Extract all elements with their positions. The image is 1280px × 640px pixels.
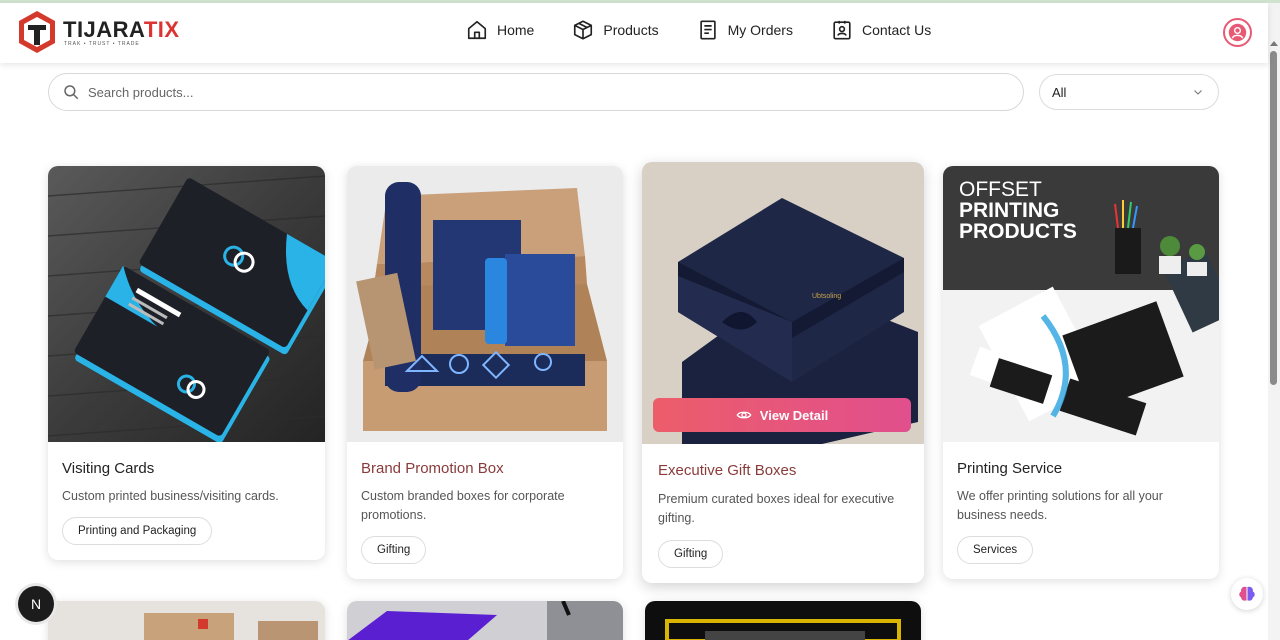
contact-card-icon [833,20,851,40]
product-description: Custom branded boxes for corporate promo… [361,489,565,522]
category-tag: Printing and Packaging [62,517,213,545]
dev-badge-label: N [30,596,42,612]
product-image [645,601,921,640]
product-card-row2-3[interactable] [645,601,921,640]
brand-logo[interactable]: TIJARATIX TRAK • TRUST • TRADE [17,10,180,54]
product-title[interactable]: Visiting Cards [62,460,154,477]
product-description: Custom printed business/visiting cards. [62,489,279,503]
image-text-line-2: PRINTING [959,199,1059,222]
scroll-up-arrow-icon[interactable] [1270,41,1278,46]
dev-tools-button[interactable]: N [18,586,54,622]
view-detail-button[interactable]: View Detail [653,398,911,432]
assistant-button[interactable] [1231,578,1263,610]
search-bar[interactable] [48,73,1024,111]
box-icon [574,20,593,40]
nav-home-label: Home [497,22,535,38]
document-icon [699,20,716,40]
category-tag: Gifting [658,540,724,568]
brand-name: TIJARATIX [63,16,180,42]
image-text-line-3: PRODUCTS [959,220,1077,243]
brain-icon [1239,586,1255,601]
nav-my-orders-label: My Orders [727,22,793,38]
product-description: Premium curated boxes ideal for executiv… [658,492,895,525]
home-icon [467,20,487,40]
product-image: OFFSET PRINTING PRODUCTS [943,166,1219,442]
scroll-thumb[interactable] [1270,51,1277,385]
svg-text:Ubtsoling: Ubtsoling [812,293,841,300]
category-tag: Services [957,536,1034,564]
user-icon [1228,23,1247,42]
nav-contact-us[interactable]: Contact Us [831,19,931,41]
image-text-line-1: OFFSET [959,178,1042,201]
product-image [347,601,623,640]
chevron-down-icon [1194,90,1202,95]
user-avatar-button[interactable] [1223,18,1252,47]
nav-my-orders[interactable]: My Orders [697,19,793,41]
main-nav: Home Products My Orders Contact Us [466,19,969,41]
product-card-printing-service[interactable]: OFFSET PRINTING PRODUCTS Printing Servic… [943,166,1219,579]
nav-products[interactable]: Products [572,19,659,41]
product-card-brand-promotion-box[interactable]: Brand Promotion Box Custom branded boxes… [347,166,623,579]
category-tag: Gifting [361,536,427,564]
product-title[interactable]: Executive Gift Boxes [658,462,796,479]
nav-home[interactable]: Home [466,19,534,41]
nav-products-label: Products [603,22,659,38]
product-card-row2-1[interactable] [48,601,325,640]
page-scrollbar[interactable] [1268,3,1280,640]
product-title[interactable]: Brand Promotion Box [361,460,504,477]
product-image [347,166,623,442]
product-card-executive-gift-boxes[interactable]: Ubtsoling View Detail Executive Gift Box… [642,162,924,583]
search-input[interactable] [88,84,988,100]
product-card-row2-2[interactable] [347,601,623,640]
logo-mark-icon [19,11,55,53]
category-filter-select[interactable]: All [1039,74,1219,110]
category-filter-value: All [1052,84,1067,100]
eye-icon [736,411,752,419]
product-image [48,166,325,442]
search-icon [64,85,79,100]
product-title[interactable]: Printing Service [957,460,1062,477]
product-card-visiting-cards[interactable]: Visiting Cards Custom printed business/v… [48,166,325,560]
product-image [48,601,325,640]
view-detail-label: View Detail [759,407,829,423]
navbar: TIJARATIX TRAK • TRUST • TRADE Home Prod… [0,3,1268,63]
product-description: We offer printing solutions for all your… [957,489,1163,522]
brand-tagline: TRAK • TRUST • TRADE [64,40,140,47]
nav-contact-us-label: Contact Us [861,22,932,38]
